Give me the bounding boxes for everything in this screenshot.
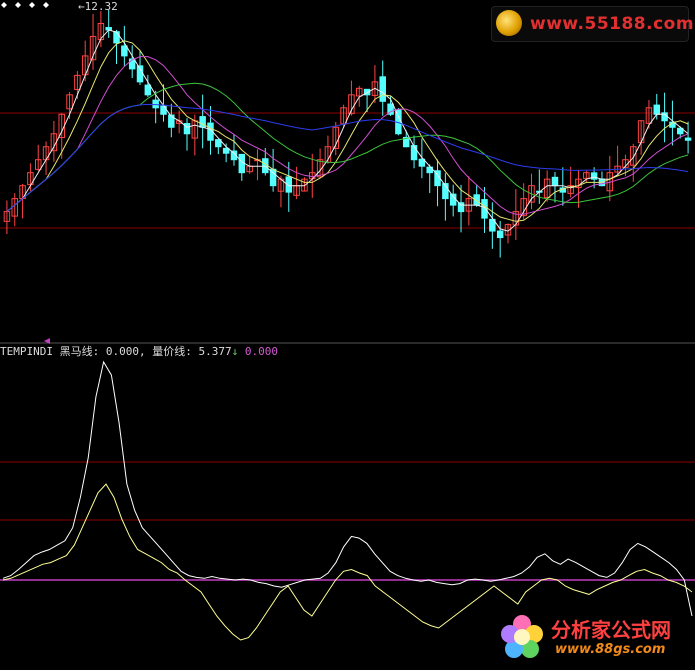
ma-line-green xyxy=(6,82,689,212)
indicator-header: TEMPINDI 黑马线: 0.000, 量价线: 5.377↓ 0.000 xyxy=(0,345,278,358)
candle-body xyxy=(160,105,167,115)
volume-price-value: 5.377 xyxy=(198,345,232,358)
bottom-watermark-url: www.88gs.com xyxy=(555,642,666,657)
black-horse-value: 0.000, xyxy=(105,345,146,358)
candle-body xyxy=(551,176,559,187)
candle-body xyxy=(684,137,692,141)
indicator-name: TEMPINDI xyxy=(0,345,53,358)
ma-line-blue xyxy=(6,103,689,212)
candle-body xyxy=(144,84,152,96)
candle-body xyxy=(496,230,504,239)
candle-body xyxy=(121,45,128,57)
volume-price-label: 量价线 xyxy=(152,345,186,358)
chart-stage: ←12.32 TEMPINDI 黑马线: 0.000, 量价线: 5.377↓ … xyxy=(0,0,695,670)
peak-arrow: ← xyxy=(78,0,85,13)
candle-body xyxy=(457,202,465,213)
top-marker-icon xyxy=(29,2,35,8)
candle-body xyxy=(222,147,230,154)
candle-body xyxy=(199,116,206,128)
third-value: 0.000 xyxy=(244,345,278,358)
volume-price-line xyxy=(2,360,693,617)
peak-price-label: ←12.32 xyxy=(78,0,118,13)
bottom-watermark-title: 分析家公式网 xyxy=(551,618,671,642)
candle-body xyxy=(410,145,418,161)
candle-body xyxy=(152,99,159,109)
top-marker-icon xyxy=(1,2,7,8)
black-horse-label: 黑马线 xyxy=(59,345,93,358)
down-arrow-icon: ↓ xyxy=(231,345,239,358)
bottom-watermark: 分析家公式网 www.88gs.com xyxy=(495,608,691,666)
top-marker-icon xyxy=(15,2,21,8)
ma-line-yellow xyxy=(6,40,689,222)
candle-body xyxy=(238,153,246,174)
candle-body xyxy=(379,76,386,102)
top-watermark: www.55188.com xyxy=(491,6,694,42)
candle-body xyxy=(481,199,488,219)
candle-body xyxy=(128,58,136,70)
top-marker-icon xyxy=(43,2,49,8)
candle-body xyxy=(653,104,661,115)
peak-price-value: 12.32 xyxy=(84,0,118,13)
flower-logo-icon xyxy=(501,615,543,658)
stock-chart xyxy=(0,2,695,641)
candle-body xyxy=(590,172,598,180)
coin-logo-icon xyxy=(496,10,522,36)
top-watermark-url: www.55188.com xyxy=(530,14,695,34)
candle-body xyxy=(113,31,120,44)
ma-line-magenta xyxy=(6,56,689,215)
